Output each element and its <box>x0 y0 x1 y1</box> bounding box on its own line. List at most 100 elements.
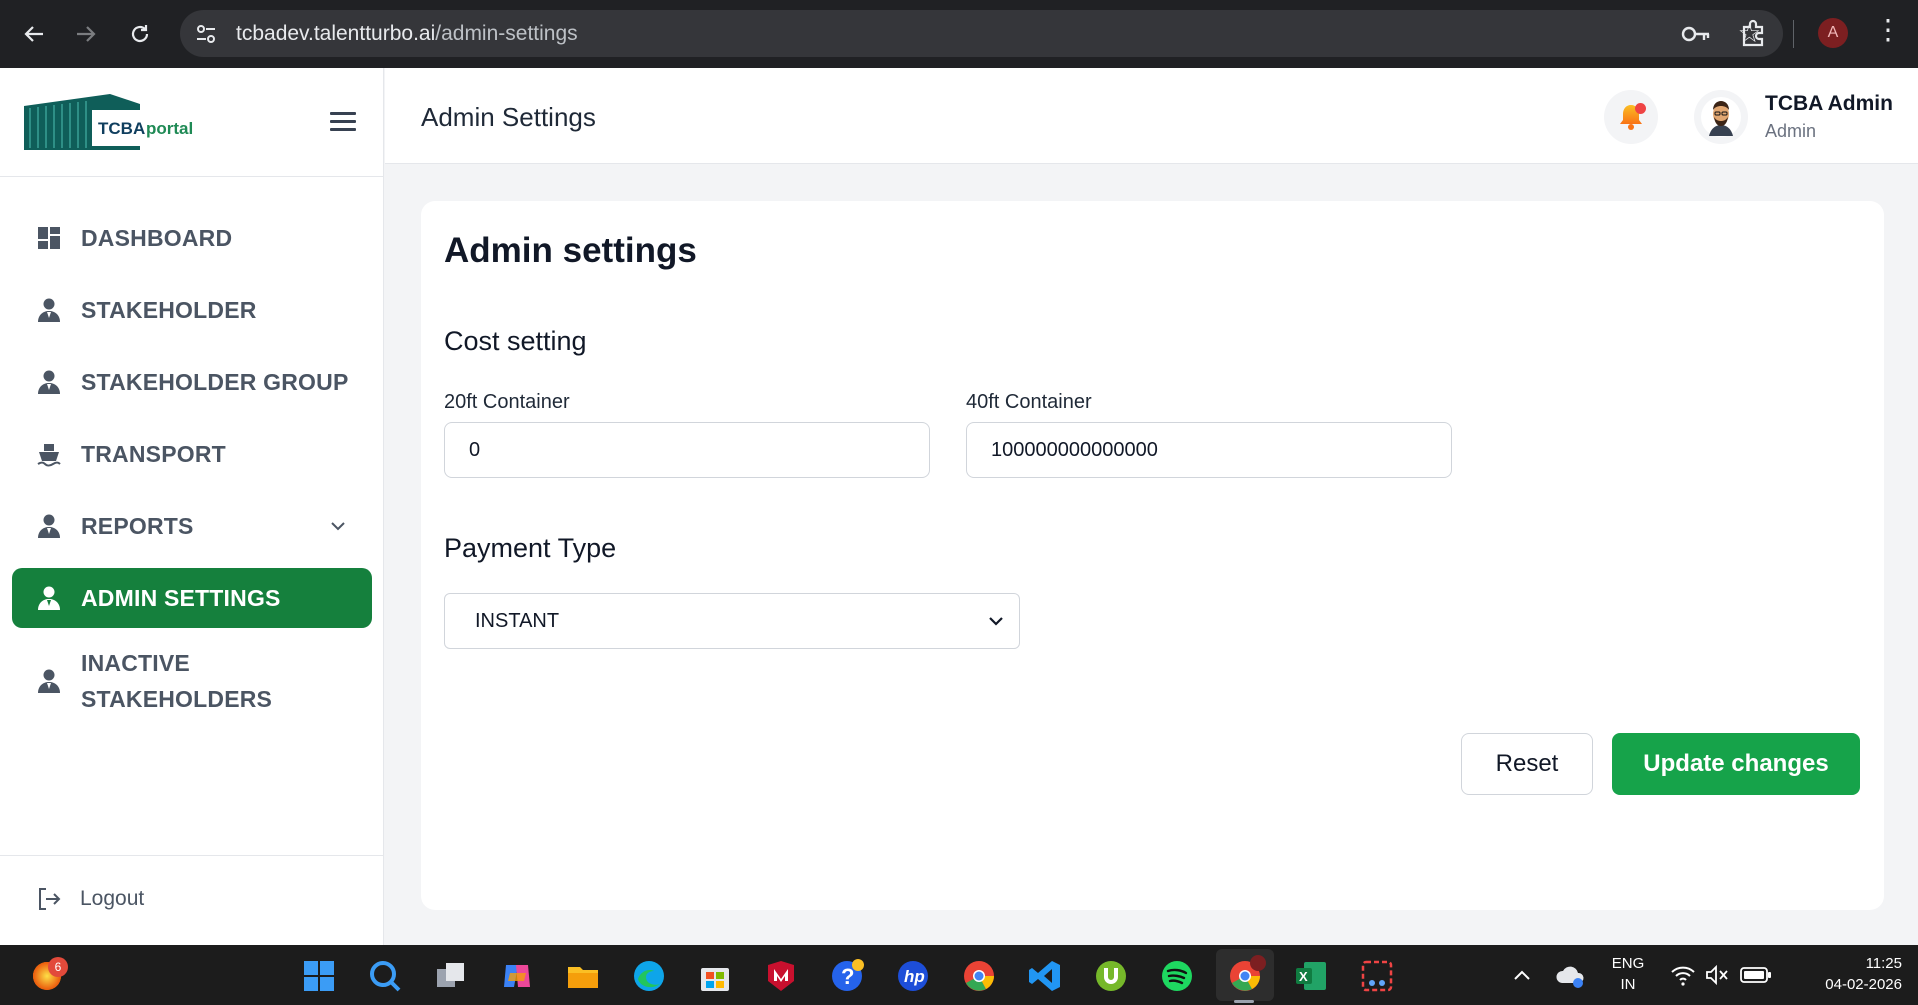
user-icon <box>38 514 60 538</box>
user-icon <box>38 298 60 322</box>
user-icon <box>38 669 60 693</box>
sidebar-item-inactive-stakeholders[interactable]: INACTIVE STAKEHOLDERS <box>12 640 372 722</box>
sidebar: TCBA portal DASHBOARD STAKEHOLDER STAKEH… <box>0 68 384 945</box>
sidebar-item-label: STAKEHOLDER <box>81 296 257 323</box>
ship-icon <box>37 444 61 467</box>
sidebar-item-label: INACTIVE STAKEHOLDERS <box>81 645 272 717</box>
task-view-icon[interactable] <box>434 959 468 993</box>
chrome-profile-badge <box>1250 955 1266 971</box>
battery-icon[interactable] <box>1740 965 1772 985</box>
clock-date: 04-02-2026 <box>1825 976 1902 993</box>
chevron-down-icon <box>989 617 1003 626</box>
container-40ft-label: 40ft Container <box>966 391 1092 413</box>
microsoft-store-icon[interactable] <box>698 959 732 993</box>
utorrent-icon[interactable] <box>1094 959 1128 993</box>
language-code: ENG <box>1611 955 1645 972</box>
spotify-icon[interactable] <box>1160 959 1194 993</box>
card-title: Admin settings <box>444 231 697 270</box>
more-menu-icon[interactable]: ⋮ <box>1874 16 1902 44</box>
svg-text:TCBA: TCBA <box>98 119 145 138</box>
file-explorer-icon[interactable] <box>566 959 600 993</box>
reset-button[interactable]: Reset <box>1461 733 1593 795</box>
sidebar-item-label: TRANSPORT <box>81 440 226 467</box>
user-icon <box>38 370 60 394</box>
reload-icon[interactable] <box>120 14 160 54</box>
payment-type-select[interactable]: INSTANT <box>444 593 1020 649</box>
volume-muted-icon[interactable] <box>1704 963 1730 987</box>
dashboard-icon <box>38 227 60 249</box>
avatar[interactable] <box>1694 90 1748 144</box>
payment-type-heading: Payment Type <box>444 533 617 563</box>
sidebar-item-stakeholder-group[interactable]: STAKEHOLDER GROUP <box>12 352 372 412</box>
language-indicator[interactable]: ENG IN <box>1606 953 1650 995</box>
sidebar-item-label-line2: STAKEHOLDERS <box>81 686 273 712</box>
extensions-icon[interactable] <box>1738 18 1768 48</box>
cost-setting-heading: Cost setting <box>444 326 587 356</box>
user-role: Admin <box>1765 121 1817 141</box>
top-header: Admin Settings TCBA Admin Admin <box>385 68 1918 164</box>
chevron-down-icon[interactable] <box>330 521 346 531</box>
mcafee-icon[interactable] <box>764 959 798 993</box>
copilot-icon[interactable] <box>500 959 534 993</box>
sidebar-item-label: DASHBOARD <box>81 224 233 251</box>
browser-chrome: tcbadev.talentturbo.ai/admin-settings ☆ … <box>0 0 1918 68</box>
svg-text:hp: hp <box>904 967 925 986</box>
tcba-portal-logo[interactable]: TCBA portal <box>22 90 202 154</box>
sidebar-item-label: STAKEHOLDER GROUP <box>81 368 349 395</box>
menu-toggle-icon[interactable] <box>330 112 356 132</box>
hp-icon[interactable]: hp <box>896 959 930 993</box>
sidebar-item-admin-settings[interactable]: ADMIN SETTINGS <box>12 568 372 628</box>
sidebar-item-label: REPORTS <box>81 512 194 539</box>
sidebar-footer: Logout <box>0 855 384 945</box>
forward-icon[interactable] <box>66 14 106 54</box>
language-region: IN <box>1620 976 1636 993</box>
wifi-icon[interactable] <box>1670 963 1696 987</box>
sidebar-header: TCBA portal <box>0 68 384 177</box>
site-info-icon[interactable] <box>194 22 218 46</box>
onedrive-icon[interactable] <box>1556 963 1586 989</box>
search-icon[interactable] <box>368 959 402 993</box>
snipping-tool-icon[interactable] <box>1360 959 1394 993</box>
container-40ft-input[interactable]: 100000000000000 <box>966 422 1452 478</box>
payment-type-value: INSTANT <box>475 609 560 632</box>
show-hidden-icons-chevron[interactable] <box>1510 963 1534 987</box>
address-bar[interactable]: tcbadev.talentturbo.ai/admin-settings ☆ <box>180 10 1783 57</box>
sidebar-item-label: ADMIN SETTINGS <box>81 584 281 611</box>
excel-icon[interactable]: X <box>1294 959 1328 993</box>
notification-count-badge: 6 <box>48 957 68 977</box>
clock-time: 11:25 <box>1865 955 1902 972</box>
user-name: TCBA Admin <box>1765 92 1893 115</box>
sidebar-item-label-line1: INACTIVE <box>81 650 190 676</box>
sidebar-item-reports[interactable]: REPORTS <box>12 496 372 556</box>
url-text: tcbadev.talentturbo.ai/admin-settings <box>236 22 578 45</box>
sidebar-item-dashboard[interactable]: DASHBOARD <box>12 208 372 268</box>
chrome-icon[interactable] <box>962 959 996 993</box>
logout-label: Logout <box>80 887 145 910</box>
svg-text:portal: portal <box>146 119 193 138</box>
active-app-indicator <box>1234 1000 1254 1003</box>
windows-taskbar: 6 ? hp X ENG IN 11:25 04-02-2026 <box>0 945 1918 1005</box>
update-changes-button[interactable]: Update changes <box>1612 733 1860 795</box>
notification-dot <box>1635 103 1646 114</box>
back-icon[interactable] <box>14 14 54 54</box>
page-title: Admin Settings <box>421 102 596 132</box>
container-20ft-input[interactable]: 0 <box>444 422 930 478</box>
logout-icon <box>39 888 61 910</box>
toolbar-divider <box>1793 20 1794 48</box>
help-icon[interactable]: ? <box>830 959 864 993</box>
sidebar-item-stakeholder[interactable]: STAKEHOLDER <box>12 280 372 340</box>
password-key-icon[interactable] <box>1681 20 1711 48</box>
vscode-icon[interactable] <box>1028 959 1062 993</box>
profile-avatar[interactable]: A <box>1818 18 1848 48</box>
sidebar-menu: DASHBOARD STAKEHOLDER STAKEHOLDER GROUP … <box>12 208 372 734</box>
svg-text:?: ? <box>841 964 854 989</box>
windows-start-icon[interactable] <box>302 959 336 993</box>
user-icon <box>38 586 60 610</box>
container-20ft-label: 20ft Container <box>444 391 570 413</box>
sidebar-item-transport[interactable]: TRANSPORT <box>12 424 372 484</box>
logout-button[interactable]: Logout <box>36 886 144 912</box>
notifications-button[interactable] <box>1604 90 1658 144</box>
edge-icon[interactable] <box>632 959 666 993</box>
admin-settings-card: Admin settings Cost setting 20ft Contain… <box>421 201 1884 910</box>
clock[interactable]: 11:25 04-02-2026 <box>1790 953 1902 995</box>
